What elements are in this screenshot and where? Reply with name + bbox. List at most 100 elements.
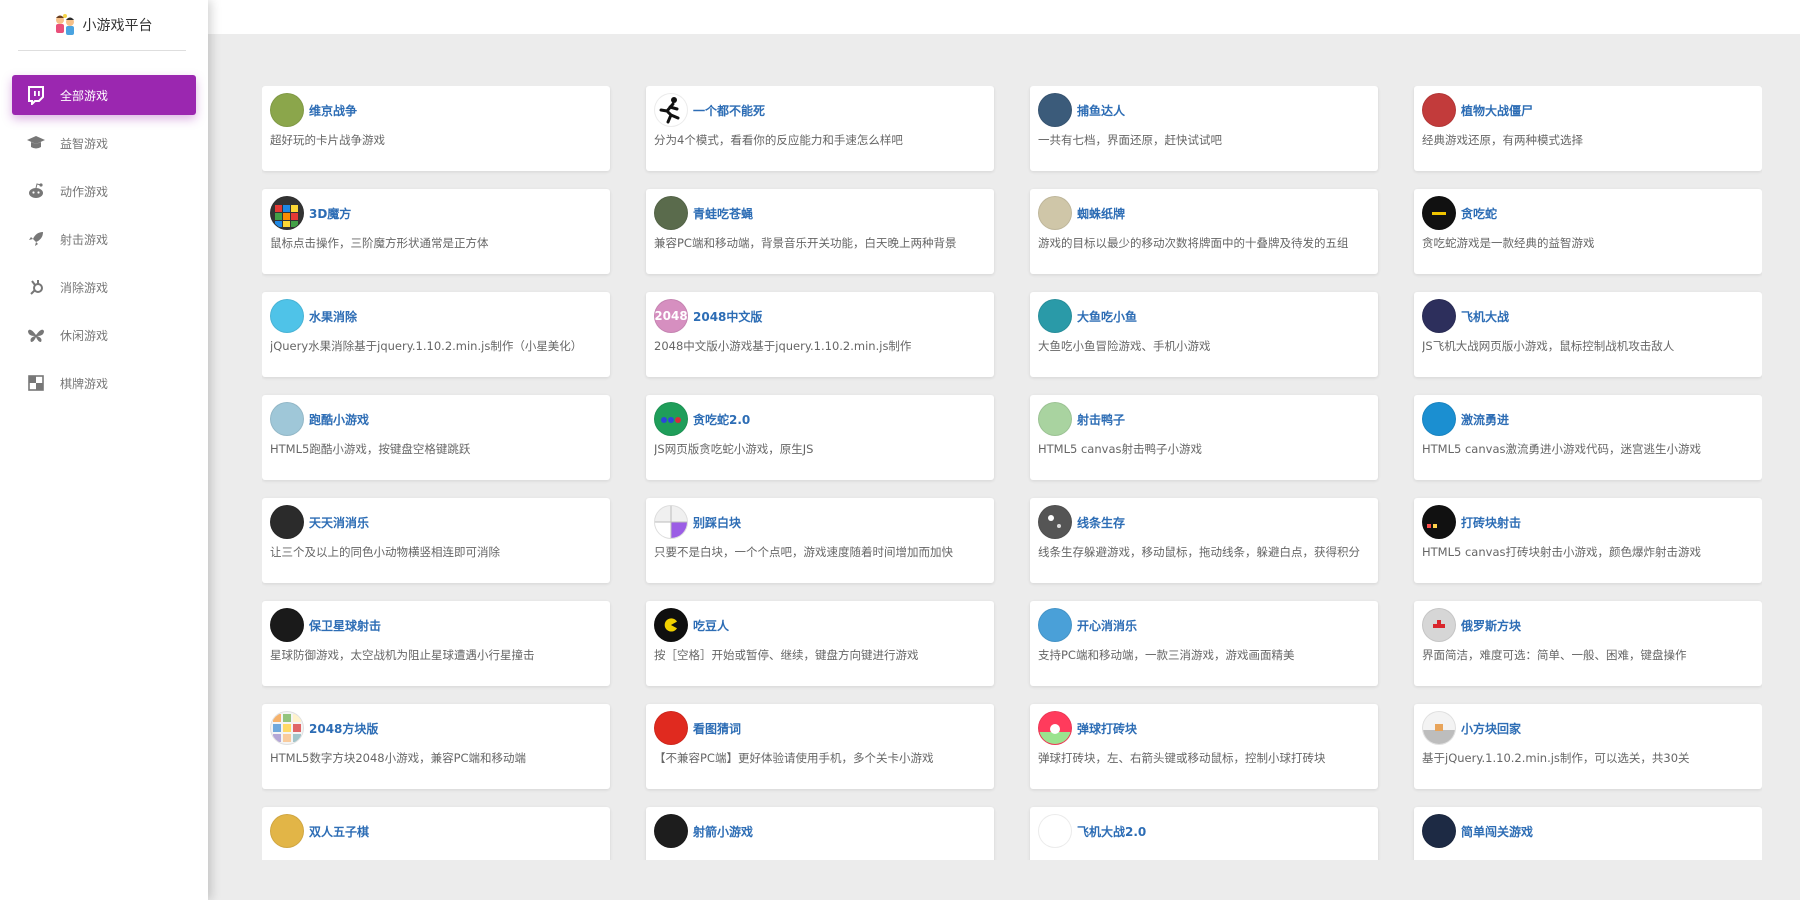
game-card[interactable]: 贪吃蛇 贪吃蛇游戏是一款经典的益智游戏	[1414, 189, 1762, 274]
viking-icon	[270, 93, 304, 127]
game-card-header: 保卫星球射击	[270, 608, 602, 642]
game-title[interactable]: 捕鱼达人	[1077, 102, 1125, 119]
game-title[interactable]: 飞机大战2.0	[1077, 823, 1146, 840]
game-card[interactable]: 小方块回家 基于jQuery.1.10.2.min.js制作，可以选关，共30关	[1414, 704, 1762, 789]
game-card-header: 别踩白块	[654, 505, 986, 539]
game-card[interactable]: 植物大战僵尸 经典游戏还原，有两种模式选择	[1414, 86, 1762, 171]
game-card-header: 线条生存	[1038, 505, 1370, 539]
game-title[interactable]: 看图猜词	[693, 720, 741, 737]
game-title[interactable]: 简单闯关游戏	[1461, 823, 1533, 840]
game-card[interactable]: 别踩白块 只要不是白块，一个个点吧，游戏速度随着时间增加而加快	[646, 498, 994, 583]
game-title[interactable]: 植物大战僵尸	[1461, 102, 1533, 119]
nav-item-3[interactable]: 动作游戏	[12, 171, 196, 211]
game-title[interactable]: 弹球打砖块	[1077, 720, 1137, 737]
game-card[interactable]: 青蛙吃苍蝇 兼容PC端和移动端，背景音乐开关功能，白天晚上两种背景	[646, 189, 994, 274]
nav-item-6[interactable]: 休闲游戏	[12, 315, 196, 355]
game-card[interactable]: 蜘蛛纸牌 游戏的目标以最少的移动次数将牌面中的十叠牌及待发的五组	[1030, 189, 1378, 274]
game-card[interactable]: 2048 2048中文版 2048中文版小游戏基于jquery.1.10.2.min…	[646, 292, 994, 377]
game-title[interactable]: 射击鸭子	[1077, 411, 1125, 428]
house-block-icon	[1422, 711, 1456, 745]
candy-icon	[1038, 608, 1072, 642]
game-card[interactable]: 开心消消乐 支持PC端和移动端，一款三消游戏，游戏画面精美	[1030, 601, 1378, 686]
game-card[interactable]: 双人五子棋	[262, 807, 610, 860]
game-title[interactable]: 别踩白块	[693, 514, 741, 531]
nav-item-7[interactable]: 棋牌游戏	[12, 363, 196, 403]
nav-item-5[interactable]: 消除游戏	[12, 267, 196, 307]
nav-item-1[interactable]: 全部游戏	[12, 75, 196, 115]
game-title[interactable]: 线条生存	[1077, 514, 1125, 531]
game-title[interactable]: 射箭小游戏	[693, 823, 753, 840]
game-description: JS飞机大战网页版小游戏，鼠标控制战机攻击敌人	[1422, 340, 1675, 353]
rocket-icon	[26, 229, 46, 249]
game-title[interactable]: 保卫星球射击	[309, 617, 381, 634]
game-card[interactable]: 激流勇进 HTML5 canvas激流勇进小游戏代码，迷宫逃生小游戏	[1414, 395, 1762, 480]
nav-item-4[interactable]: 射击游戏	[12, 219, 196, 259]
game-card-header: 小方块回家	[1422, 711, 1754, 745]
game-title[interactable]: 维京战争	[309, 102, 357, 119]
game-title[interactable]: 飞机大战	[1461, 308, 1509, 325]
game-title[interactable]: 3D魔方	[309, 205, 351, 222]
game-card[interactable]: 维京战争 超好玩的卡片战争游戏	[262, 86, 610, 171]
nav-item-label: 全部游戏	[60, 88, 109, 103]
game-title[interactable]: 小方块回家	[1461, 720, 1521, 737]
game-card[interactable]: 跑酷小游戏 HTML5跑酷小游戏，按键盘空格键跳跃	[262, 395, 610, 480]
game-title[interactable]: 打砖块射击	[1461, 514, 1521, 531]
game-title[interactable]: 俄罗斯方块	[1461, 617, 1521, 634]
game-card[interactable]: 水果消除 jQuery水果消除基于jquery.1.10.2.min.js制作（小…	[262, 292, 610, 377]
game-card[interactable]: 吃豆人按［空格］开始或暂停、继续，键盘方向键进行游戏	[646, 601, 994, 686]
game-card[interactable]: 捕鱼达人 一共有七档，界面还原，赶快试试吧	[1030, 86, 1378, 171]
game-title[interactable]: 开心消消乐	[1077, 617, 1137, 634]
game-card-header: 双人五子棋	[270, 814, 602, 848]
game-title[interactable]: 青蛙吃苍蝇	[693, 205, 753, 222]
game-card[interactable]: 天天消消乐让三个及以上的同色小动物横竖相连即可消除	[262, 498, 610, 583]
game-title[interactable]: 激流勇进	[1461, 411, 1509, 428]
game-title[interactable]: 跑酷小游戏	[309, 411, 369, 428]
game-card-header: 维京战争	[270, 93, 602, 127]
game-description: 按［空格］开始或暂停、继续，键盘方向键进行游戏	[654, 649, 919, 662]
game-card[interactable]: 简单闯关游戏	[1414, 807, 1762, 860]
game-card[interactable]: 线条生存 线条生存躲避游戏，移动鼠标，拖动线条，躲避白点，获得积分	[1030, 498, 1378, 583]
game-description: HTML5跑酷小游戏，按键盘空格键跳跃	[270, 443, 471, 456]
game-title[interactable]: 天天消消乐	[309, 514, 369, 531]
game-title[interactable]: 2048方块版	[309, 720, 378, 737]
game-card[interactable]: 打砖块射击 HTML5 canvas打砖块射击小游戏，颜色爆炸射击游戏	[1414, 498, 1762, 583]
game-card[interactable]: 俄罗斯方块界面简洁，难度可选：简单、一般、困难，键盘操作	[1414, 601, 1762, 686]
game-title[interactable]: 2048中文版	[693, 308, 762, 325]
frog-icon	[654, 196, 688, 230]
game-description: 界面简洁，难度可选：简单、一般、困难，键盘操作	[1422, 649, 1687, 662]
reddit-icon	[26, 181, 46, 201]
game-title[interactable]: 大鱼吃小鱼	[1077, 308, 1137, 325]
rubiks-cube-icon	[270, 196, 304, 230]
game-card-header: 跑酷小游戏	[270, 402, 602, 436]
brand[interactable]: 小游戏平台	[18, 0, 186, 51]
game-description: 让三个及以上的同色小动物横竖相连即可消除	[270, 546, 500, 559]
game-card[interactable]: 2048方块版 HTML5数字方块2048小游戏，兼容PC端和移动端	[262, 704, 610, 789]
game-card[interactable]: 射击鸭子 HTML5 canvas射击鸭子小游戏	[1030, 395, 1378, 480]
game-title[interactable]: 吃豆人	[693, 617, 729, 634]
running-man-icon	[654, 93, 688, 127]
game-card[interactable]: 飞机大战 JS飞机大战网页版小游戏，鼠标控制战机攻击敌人	[1414, 292, 1762, 377]
hubspot-icon	[26, 277, 46, 297]
game-card[interactable]: 保卫星球射击 星球防御游戏，太空战机为阻止星球遭遇小行星撞击	[262, 601, 610, 686]
game-title[interactable]: 贪吃蛇	[1461, 205, 1497, 222]
fish-icon	[1038, 93, 1072, 127]
game-card[interactable]: 飞机大战2.0	[1030, 807, 1378, 860]
graduation-cap-icon	[26, 133, 46, 153]
game-card[interactable]: 看图猜词 【不兼容PC端】更好体验请使用手机，多个关卡小游戏	[646, 704, 994, 789]
game-card[interactable]: 一个都不能死 分为4个模式，看看你的反应能力和手速怎么样吧	[646, 86, 994, 171]
game-card[interactable]: 3D魔方 鼠标点击操作，三阶魔方形状通常是正方体	[262, 189, 610, 274]
game-card[interactable]: 大鱼吃小鱼 大鱼吃小鱼冒险游戏、手机小游戏	[1030, 292, 1378, 377]
game-card-header: 水果消除	[270, 299, 602, 333]
game-card[interactable]: 弹球打砖块 弹球打砖块，左、右箭头键或移动鼠标，控制小球打砖块	[1030, 704, 1378, 789]
game-card[interactable]: 贪吃蛇2.0 JS网页版贪吃蛇小游戏，原生JS	[646, 395, 994, 480]
game-title[interactable]: 蜘蛛纸牌	[1077, 205, 1125, 222]
game-description: JS网页版贪吃蛇小游戏，原生JS	[654, 443, 814, 456]
game-card-header: 蜘蛛纸牌	[1038, 196, 1370, 230]
game-title[interactable]: 贪吃蛇2.0	[693, 411, 750, 428]
nav-item-2[interactable]: 益智游戏	[12, 123, 196, 163]
game-title[interactable]: 双人五子棋	[309, 823, 369, 840]
game-title[interactable]: 水果消除	[309, 308, 357, 325]
game-card[interactable]: 射箭小游戏	[646, 807, 994, 860]
tetris-icon	[1422, 608, 1456, 642]
game-title[interactable]: 一个都不能死	[693, 102, 765, 119]
